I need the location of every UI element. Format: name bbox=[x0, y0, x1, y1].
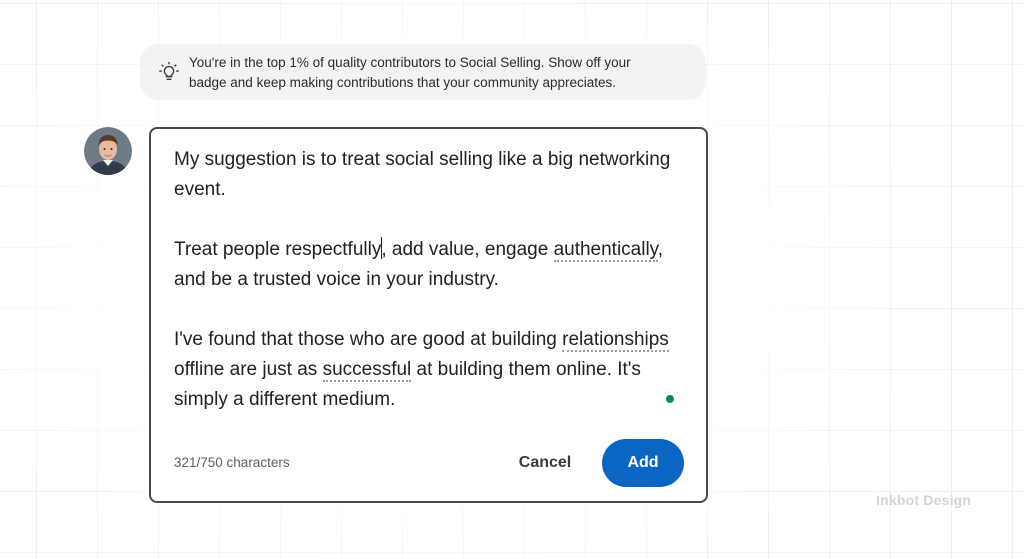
add-button[interactable]: Add bbox=[602, 439, 684, 487]
spellcheck-word[interactable]: relationships bbox=[562, 329, 669, 352]
comment-textarea[interactable]: My suggestion is to treat social selling… bbox=[174, 145, 694, 415]
banner-line-1: You're in the top 1% of quality contribu… bbox=[189, 55, 631, 70]
cancel-button[interactable]: Cancel bbox=[501, 445, 589, 481]
avatar-photo bbox=[84, 127, 132, 175]
avatar[interactable] bbox=[84, 127, 132, 175]
paragraph-1: My suggestion is to treat social selling… bbox=[174, 145, 694, 205]
text-segment: My suggestion is to treat social selling… bbox=[174, 149, 671, 200]
text-segment: offline are just as bbox=[174, 359, 323, 380]
lightbulb-icon bbox=[159, 61, 179, 81]
spellcheck-word[interactable]: successful bbox=[322, 359, 412, 382]
banner-text: You're in the top 1% of quality contribu… bbox=[189, 53, 689, 93]
paragraph-2: Treat people respectfully, add value, en… bbox=[174, 235, 694, 295]
contributor-banner: You're in the top 1% of quality contribu… bbox=[140, 44, 706, 100]
comment-editor[interactable]: My suggestion is to treat social selling… bbox=[149, 127, 708, 503]
watermark: Inkbot Design bbox=[876, 492, 972, 508]
paragraph-3: I've found that those who are good at bu… bbox=[174, 325, 694, 415]
text-segment: , add value, engage bbox=[381, 239, 554, 260]
banner-line-2: badge and keep making contributions that… bbox=[189, 75, 616, 90]
status-dot bbox=[666, 395, 674, 403]
spellcheck-word[interactable]: authentically bbox=[553, 239, 658, 262]
text-segment: I've found that those who are good at bu… bbox=[174, 329, 563, 350]
character-counter: 321/750 characters bbox=[174, 455, 290, 470]
text-segment: Treat people respectfully bbox=[174, 239, 382, 260]
